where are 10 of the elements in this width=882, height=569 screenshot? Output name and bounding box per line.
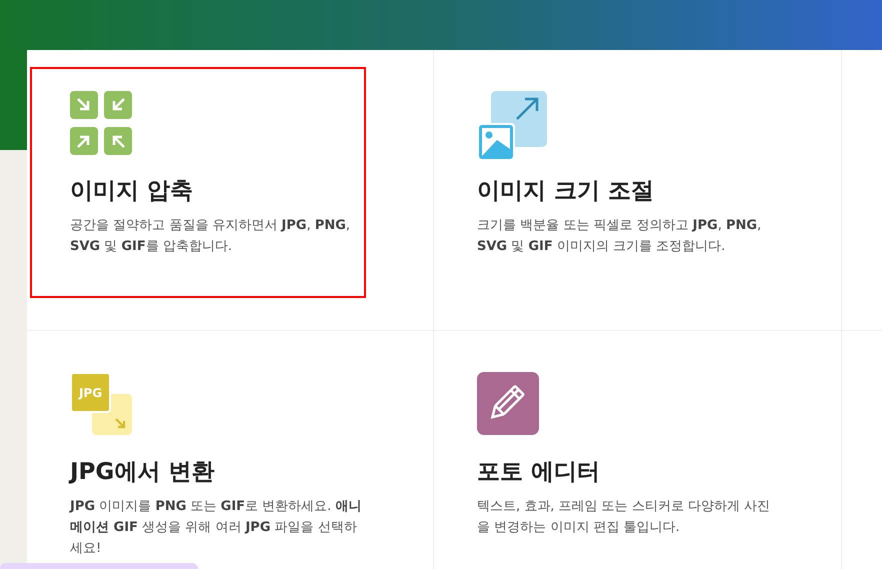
- compress-arrows-icon: [70, 91, 132, 155]
- card-description: 크기를 백분율 또는 픽셀로 정의하고 JPG, PNG, SVG 및 GIF 이미지의 크기를 조정합니다.: [477, 217, 762, 256]
- card-title: JPG에서 변환: [70, 458, 216, 487]
- card-description: 공간을 절약하고 품질을 유지하면서 JPG, PNG, SVG 및 GIF를 압축합니다.: [70, 217, 352, 256]
- card-title: 이미지 압축: [70, 177, 194, 206]
- card-title: 포토 에디터: [477, 458, 602, 487]
- card-description: 텍스트, 효과, 프레임 또는 스티커로 다양하게 사진을 변경하는 이미지 편집 툴입니다.: [477, 498, 771, 537]
- card-description: JPG 이미지를 PNG 또는 GIF로 변환하세요. 애니메이션 GIF 생성을 위해 여러 JPG 파일을 선택하세요!: [70, 498, 362, 558]
- pencil-icon: [477, 372, 539, 435]
- card-title: 이미지 크기 조절: [477, 177, 656, 206]
